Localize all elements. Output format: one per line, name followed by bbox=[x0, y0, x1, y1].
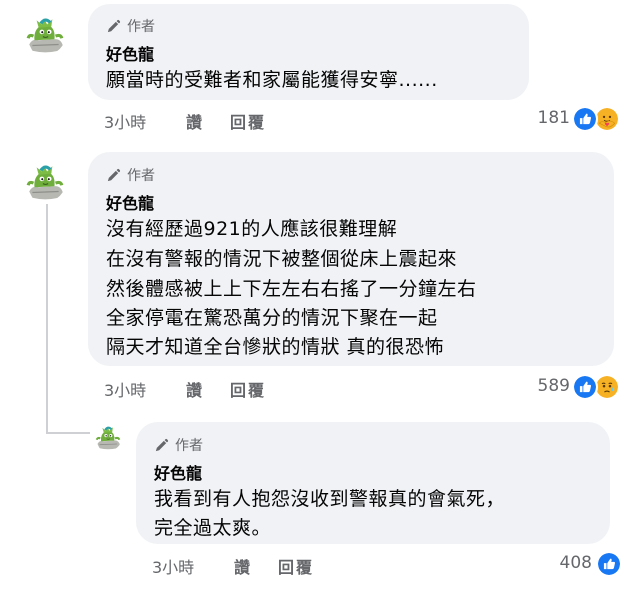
comment-text-line: 在沒有警報的情況下被整個從床上震起來 bbox=[106, 248, 458, 270]
avatar[interactable] bbox=[94, 423, 122, 451]
comment-text-line: 願當時的受難者和家屬能獲得安寧...... bbox=[106, 69, 438, 91]
dragon-avatar-icon bbox=[94, 423, 122, 451]
reaction-icons[interactable] bbox=[572, 374, 622, 400]
comment-text-line: 然後體感被上上下左左右右搖了一分鐘左右 bbox=[106, 278, 477, 300]
reaction-icons[interactable] bbox=[596, 551, 624, 577]
like-button[interactable]: 讚 bbox=[234, 554, 252, 578]
reaction-count[interactable]: 408 bbox=[540, 553, 592, 573]
like-icon bbox=[572, 106, 598, 132]
comment-text-line: 隔天才知道全台慘狀的情狀 真的很恐怖 bbox=[106, 336, 445, 358]
reply-bubble: 作者 好色龍 我看到有人抱怨沒收到警報真的會氣死， 完全過太爽。 bbox=[136, 422, 610, 544]
like-icon bbox=[596, 551, 622, 577]
avatar[interactable] bbox=[24, 160, 66, 202]
pen-icon bbox=[106, 168, 121, 183]
author-badge: 作者 bbox=[154, 435, 203, 455]
reaction-count[interactable]: 589 bbox=[520, 376, 570, 396]
like-button[interactable]: 讚 bbox=[186, 377, 204, 401]
reply-button[interactable]: 回覆 bbox=[230, 109, 266, 133]
author-badge-label: 作者 bbox=[175, 438, 203, 454]
thread-line-branch bbox=[46, 432, 90, 434]
comment-timestamp[interactable]: 3小時 bbox=[152, 554, 194, 578]
avatar[interactable] bbox=[24, 13, 66, 55]
like-button[interactable]: 讚 bbox=[186, 109, 204, 133]
comment-bubble: 作者 好色龍 願當時的受難者和家屬能獲得安寧...... bbox=[88, 4, 529, 100]
dragon-avatar-icon bbox=[24, 13, 66, 55]
comment-text-line: 我看到有人抱怨沒收到警報真的會氣死， bbox=[154, 488, 506, 510]
reply-button[interactable]: 回覆 bbox=[230, 377, 266, 401]
comment-text-line: 完全過太爽。 bbox=[154, 517, 272, 539]
commenter-name[interactable]: 好色龍 bbox=[106, 41, 154, 65]
pen-icon bbox=[154, 438, 169, 453]
commenter-name[interactable]: 好色龍 bbox=[106, 190, 154, 214]
reply-button[interactable]: 回覆 bbox=[278, 554, 314, 578]
reaction-icons[interactable] bbox=[572, 106, 622, 132]
comment-timestamp[interactable]: 3小時 bbox=[104, 109, 146, 133]
author-badge-label: 作者 bbox=[127, 19, 155, 35]
dragon-avatar-icon bbox=[24, 160, 66, 202]
comment-text-line: 沒有經歷過921的人應該很難理解 bbox=[106, 218, 398, 240]
author-badge: 作者 bbox=[106, 16, 155, 36]
like-icon bbox=[572, 374, 598, 400]
author-badge: 作者 bbox=[106, 165, 155, 185]
comment-text-line: 全家停電在驚恐萬分的情況下聚在一起 bbox=[106, 307, 438, 329]
author-badge-label: 作者 bbox=[127, 168, 155, 184]
thread-line-vertical bbox=[46, 204, 48, 434]
commenter-name[interactable]: 好色龍 bbox=[154, 460, 202, 484]
pen-icon bbox=[106, 19, 121, 34]
comment-bubble: 作者 好色龍 沒有經歷過921的人應該很難理解 在沒有警報的情況下被整個從床上震… bbox=[88, 152, 614, 366]
reaction-count[interactable]: 181 bbox=[520, 108, 570, 128]
comment-timestamp[interactable]: 3小時 bbox=[104, 377, 146, 401]
